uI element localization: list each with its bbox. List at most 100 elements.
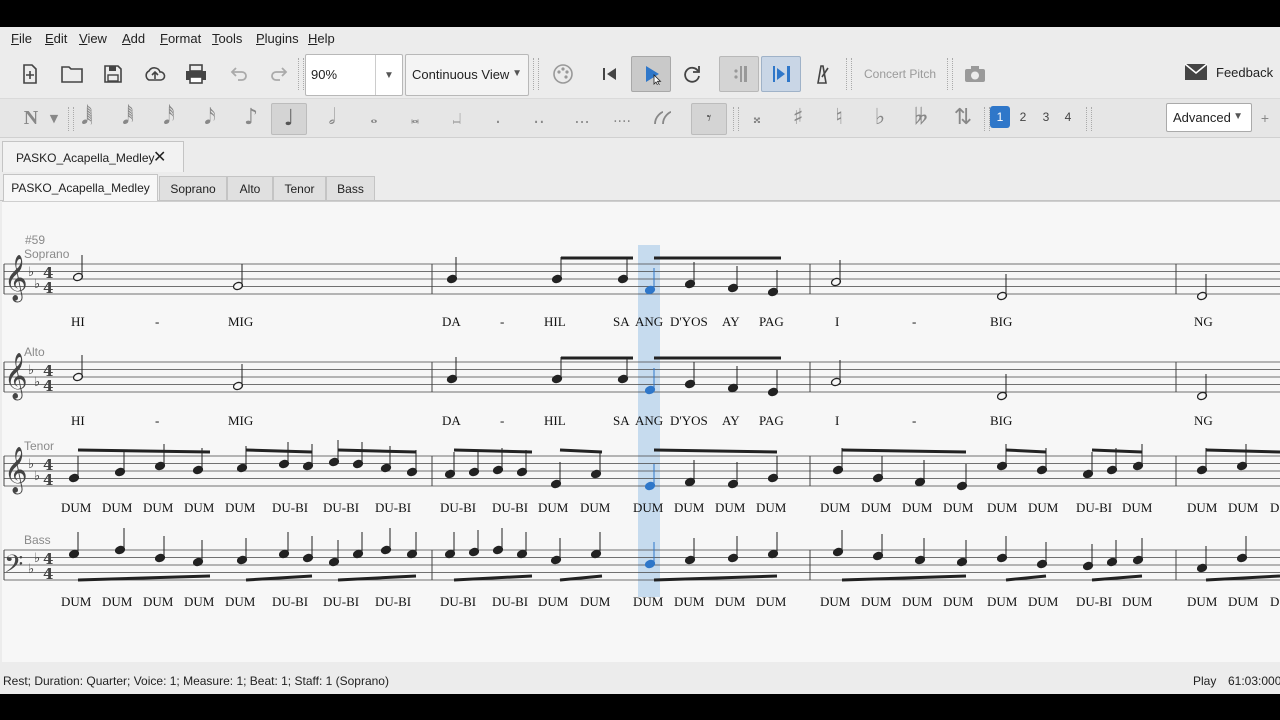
note-input-mode-button[interactable]: N [14,103,48,133]
close-icon[interactable]: ✕ [153,147,166,167]
menu-help[interactable]: Help [308,31,335,46]
duration-breve-icon[interactable]: 𝅜 [398,103,432,133]
chevron-down-icon: ▼ [375,55,402,95]
zoom-select[interactable]: 90% ▼ [305,54,403,96]
triple-dot-icon[interactable]: ... [565,103,599,133]
menu-add[interactable]: Add [122,31,145,46]
voice-2-button[interactable]: 2 [1013,106,1033,128]
double-dot-icon[interactable]: .. [522,103,556,133]
pan-score-button[interactable] [761,56,801,92]
duration-half-icon[interactable]: 𝅗𝅥 [315,103,349,133]
lyric-syllable: DU-BI [272,500,308,515]
treble-clef-icon: 𝄞 [4,447,28,495]
upload-button[interactable] [140,60,170,88]
feedback-label: Feedback [1216,64,1274,80]
menu-tools[interactable]: Tools [212,31,242,46]
beam [841,448,967,454]
lyric-syllable: - [912,314,916,329]
duration-whole-icon[interactable]: 𝅝 [357,103,391,133]
flip-direction-icon[interactable]: ⇅ [946,103,980,133]
view-mode-select[interactable]: Continuous View ▼ [405,54,529,96]
workspace-select[interactable]: Advanced ▼ [1166,103,1252,132]
lyric-syllable: ANG [635,413,663,428]
duration-quarter-icon[interactable]: ♩ [271,103,307,135]
tie-icon[interactable] [646,103,680,133]
skip-back-icon [603,68,616,80]
lyric-syllable: DUM [674,594,705,609]
beam [337,448,417,454]
chevron-down-icon: ▼ [512,68,522,79]
cloud-upload-icon [145,67,166,81]
tab-soprano[interactable]: Soprano [159,176,227,200]
flat-icon[interactable]: ♭ [863,103,897,133]
lyric-syllable: DUM [715,594,746,609]
lyric-syllable: NG [1194,314,1213,329]
folder-icon [61,66,83,83]
feedback-button[interactable]: Feedback [1184,63,1273,81]
lyric-syllable: MIG [228,314,253,329]
new-score-button[interactable] [16,60,44,88]
new-file-icon [23,64,37,84]
duration-128th-icon[interactable]: 𝅘𝅥𝅲 [70,103,104,133]
tab-bass[interactable]: Bass [326,176,375,200]
tab-alto[interactable]: Alto [227,176,273,200]
play-repeats-button[interactable] [719,56,759,92]
document-tab[interactable]: PASKO_Acapella_Medley ✕ [2,141,184,172]
undo-button[interactable] [224,60,252,88]
lyric-syllable: PAG [759,314,784,329]
duration-longa-icon[interactable]: 𝆶 [440,103,474,133]
image-capture-button[interactable] [960,60,990,88]
voice-4-button[interactable]: 4 [1058,106,1078,128]
chevron-down-icon[interactable]: ▼ [44,103,64,133]
staff-name: Soprano [24,247,70,261]
natural-icon[interactable]: ♮ [822,103,856,133]
lyric-syllable: DU-BI [440,500,476,515]
open-button[interactable] [58,60,86,88]
toolbar-separator [298,58,304,90]
loop-button[interactable] [678,60,706,88]
metronome-button[interactable] [808,60,836,88]
duration-32nd-icon[interactable]: 𝅘𝅥𝅰 [152,103,186,133]
score-svg[interactable]: #59𝄞 ♭♭44Soprano𝄞 ♭♭44Alto𝄞 ♭♭44Tenor𝄢 ♭♭ 44B… [2,202,1280,662]
play-button[interactable] [631,56,671,92]
rewind-button[interactable] [596,60,624,88]
duration-16th-icon[interactable]: 𝅘𝅥𝅯 [193,103,227,133]
tab-score[interactable]: PASKO_Acapella_Medley [3,174,158,201]
status-bar: Rest; Duration: Quarter; Voice: 1; Measu… [0,668,1280,694]
add-workspace-icon[interactable]: + [1258,109,1272,127]
voice-3-button[interactable]: 3 [1036,106,1056,128]
menu-edit[interactable]: Edit [45,31,67,46]
lyric-syllable: AY [722,413,740,428]
concert-pitch-toggle[interactable]: Concert Pitch [864,67,936,81]
beam [77,574,211,582]
menu-file[interactable]: File [11,31,32,46]
double-flat-icon[interactable]: 𝄫 [904,103,938,133]
lyric-syllable: DUM [102,500,133,515]
menu-plugins[interactable]: Plugins [256,31,299,46]
score-canvas[interactable]: #59 𝄞 ♭ ♭ 4 4 Soprano 𝄞 ♭ ♭ 4 4 Alto 𝄞 ♭ ♭ 4 4 Tenor 𝄢 ♭ ♭ 4 4 B… [2,201,1280,662]
save-button[interactable] [99,60,127,88]
voice-1-button[interactable]: 1 [990,106,1010,128]
redo-button[interactable] [266,60,294,88]
sharp-icon[interactable]: ♯ [781,103,815,133]
beam [1091,448,1143,454]
camera-icon [965,66,985,82]
menu-view[interactable]: View [79,31,107,46]
repeat-icon [734,66,747,82]
beam [1205,448,1280,454]
duration-eighth-icon[interactable]: ♪ [234,103,268,133]
tab-tenor[interactable]: Tenor [273,176,326,200]
beam [1091,574,1143,582]
rest-icon[interactable]: 𝄾 [691,103,727,135]
lyric-syllable: I [835,413,839,428]
quadruple-dot-icon[interactable]: .... [605,103,639,133]
duration-64th-icon[interactable]: 𝅘𝅥𝅱 [111,103,145,133]
toolbar-separator [947,58,953,90]
print-button[interactable] [182,60,210,88]
menu-format[interactable]: Format [160,31,201,46]
beam [559,448,603,454]
augmentation-dot-icon[interactable]: . [481,103,515,133]
time-signature-bottom: 4 [43,377,53,395]
mixer-button[interactable] [548,60,578,88]
double-sharp-icon[interactable]: 𝄪 [740,103,774,133]
